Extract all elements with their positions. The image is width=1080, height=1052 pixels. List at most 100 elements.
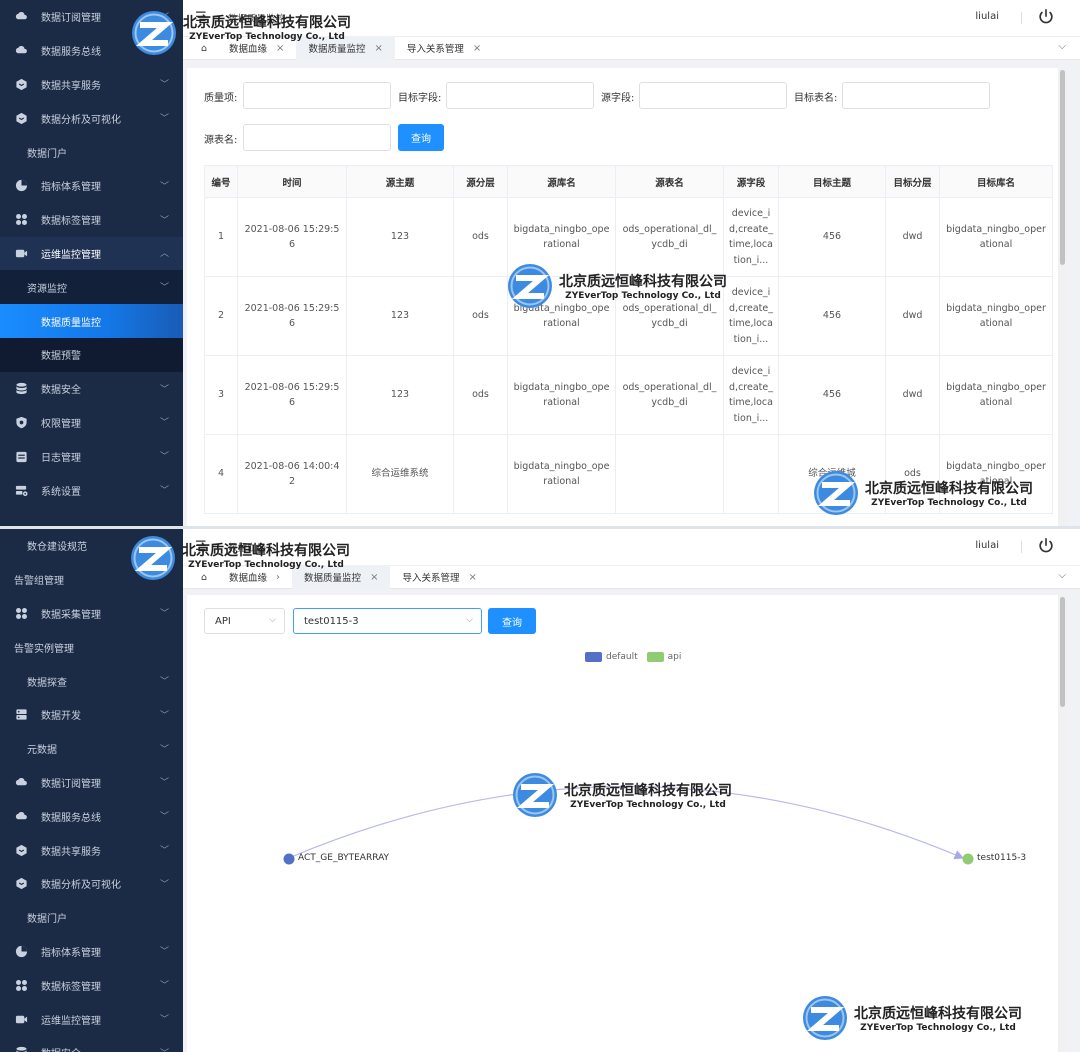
sidebar-item-13[interactable]: 权限管理 ﹀ — [0, 406, 183, 440]
sidebar-item-15[interactable]: 运维监控管理 ﹀ — [0, 1002, 183, 1036]
sidebar-item-label: 数据分析及可视化 — [41, 114, 121, 126]
sidebar-item-14[interactable]: 日志管理 ﹀ — [0, 439, 183, 473]
power-icon[interactable] — [1037, 537, 1055, 555]
target-field-input[interactable] — [446, 82, 594, 109]
table-row[interactable]: 4 2021-08-06 14:00:42 综合运维系统 bigdata_ningbo… — [204, 434, 1053, 514]
tab-2[interactable]: 数据质量监控 × — [292, 565, 391, 589]
tab-3[interactable]: 导入关系管理 × — [395, 36, 493, 60]
sidebar-item-label: 数据标签管理 — [41, 981, 101, 993]
close-icon[interactable]: › — [276, 572, 280, 583]
pie-icon — [14, 179, 28, 193]
tab-3[interactable]: 导入关系管理 × — [390, 565, 488, 589]
sidebar-item-15[interactable]: 系统设置 ﹀ — [0, 473, 183, 507]
table-cell: 4 — [204, 434, 238, 514]
sidebar-item-7[interactable]: 数据标签管理 ﹀ — [0, 203, 183, 237]
lineage-graph — [283, 785, 974, 865]
sidebar-item-11[interactable]: 数据分析及可视化 ﹀ — [0, 867, 183, 901]
chevron-down-icon[interactable]: ⌵ — [1058, 41, 1066, 52]
sidebar-item-label: 元数据 — [27, 745, 57, 757]
column-header[interactable]: 源字段 — [723, 165, 779, 198]
sidebar-item-2[interactable]: 数据服务总线 ﹀ — [0, 34, 183, 68]
sidebar-item-6[interactable]: 数据开发 ﹀ — [0, 698, 183, 732]
username[interactable]: liulai — [975, 11, 999, 22]
sidebar-item-5[interactable]: 数据探查 ﹀ — [0, 664, 183, 698]
sidebar-item-label: 指标体系管理 — [41, 947, 101, 959]
sidebar-item-9[interactable]: 数据服务总线 ﹀ — [0, 799, 183, 833]
sidebar-item-3[interactable]: 数据采集管理 ﹀ — [0, 597, 183, 631]
power-icon[interactable] — [1037, 8, 1055, 26]
source-field-input[interactable] — [639, 82, 787, 109]
menu-toggle-icon[interactable]: ☰ — [195, 10, 207, 25]
sidebar-item-12[interactable]: 数据门户 — [0, 901, 183, 935]
sidebar-item-8[interactable]: 运维监控管理 ︿ — [0, 236, 183, 271]
column-header[interactable]: 源主题 — [346, 165, 454, 198]
calendar-icon — [14, 449, 28, 463]
tab-label: 数据血缘 — [229, 573, 268, 584]
sidebar-item-13[interactable]: 指标体系管理 ﹀ — [0, 935, 183, 969]
column-header[interactable]: 源分层 — [453, 165, 508, 198]
table-row[interactable]: 3 2021-08-06 15:29:56 123 ods bigdata_ningbo… — [204, 355, 1053, 435]
chevron-down-icon: ﹀ — [159, 947, 169, 958]
sidebar-item-10[interactable]: 数据质量监控 — [0, 304, 183, 338]
sidebar-item-label: 数据安全 — [41, 385, 81, 397]
sidebar-item-1[interactable]: 数据订阅管理 ﹀ — [0, 0, 183, 34]
close-icon[interactable]: × — [370, 572, 378, 583]
menu-toggle-icon[interactable]: ☰ — [195, 539, 207, 554]
sidebar-item-14[interactable]: 数据标签管理 ﹀ — [0, 968, 183, 1002]
sidebar-item-9[interactable]: 资源监控 ﹀ — [0, 270, 183, 305]
database-icon — [14, 1046, 28, 1052]
table-cell: dwd — [885, 355, 940, 435]
sidebar-item-10[interactable]: 数据共享服务 ﹀ — [0, 833, 183, 867]
sidebar-item-4[interactable]: 数据分析及可视化 ﹀ — [0, 101, 183, 135]
sidebar-item-12[interactable]: 数据安全 ﹀ — [0, 372, 183, 406]
sidebar-item-1[interactable]: 数仓建设规范 — [0, 529, 183, 563]
home-icon[interactable]: ⌂ — [183, 565, 217, 589]
sidebar-item-6[interactable]: 指标体系管理 ﹀ — [0, 169, 183, 203]
chevron-down-icon: ﹀ — [159, 846, 169, 857]
sidebar-item-5[interactable]: 数据门户 — [0, 135, 183, 169]
cloud-icon — [14, 775, 28, 789]
home-icon[interactable]: ⌂ — [183, 36, 217, 60]
chevron-down-icon[interactable]: ⌵ — [1058, 570, 1066, 581]
target-table-input[interactable] — [842, 82, 990, 109]
table-cell: 综合运维系统 — [346, 434, 454, 514]
column-header[interactable]: 源表名 — [615, 165, 724, 198]
close-icon[interactable]: × — [374, 43, 382, 54]
sidebar-item-16[interactable]: 数据安全 ﹀ — [0, 1036, 183, 1052]
username[interactable]: liulai — [975, 540, 999, 551]
top-header: ☰ 数据血缘 liulai — [183, 529, 1080, 565]
column-header[interactable]: 目标分层 — [885, 165, 940, 198]
graph-node-test0115-3[interactable] — [962, 853, 974, 865]
column-header[interactable]: 编号 — [204, 165, 238, 198]
scrollbar[interactable] — [1058, 595, 1067, 1052]
data-quality-screen: 数据订阅管理 ﹀ 数据服务总线 ﹀ 数据共享服务 ﹀ 数据分析及可视化 ﹀ 数据门户 指标体系管理… — [0, 0, 1080, 526]
cube-icon — [14, 77, 28, 91]
graph-node-act-ge-bytearray[interactable] — [283, 853, 295, 865]
query-button[interactable]: 查询 — [398, 124, 444, 151]
column-header[interactable]: 源库名 — [507, 165, 616, 198]
tab-1[interactable]: 数据血缘 › — [217, 565, 292, 589]
close-icon[interactable]: × — [473, 43, 481, 54]
table-cell: bigdata_ningbo_operational — [507, 355, 616, 435]
tab-1[interactable]: 数据血缘 × — [217, 36, 296, 60]
scrollbar[interactable] — [1058, 68, 1067, 526]
sidebar-item-7[interactable]: 元数据 ﹀ — [0, 732, 183, 766]
sidebar-item-label: 数据探查 — [27, 677, 67, 689]
close-icon[interactable]: × — [276, 43, 284, 54]
source-table-input[interactable] — [243, 124, 391, 151]
column-header[interactable]: 时间 — [237, 165, 347, 198]
quality-item-input[interactable] — [243, 82, 391, 109]
shield-icon — [14, 415, 28, 429]
table-row[interactable]: 2 2021-08-06 15:29:56 123 ods bigdata_ningbo… — [204, 276, 1053, 356]
column-header[interactable]: 目标库名 — [939, 165, 1053, 198]
sidebar-item-2[interactable]: 告警组管理 — [0, 563, 183, 597]
sidebar-item-8[interactable]: 数据订阅管理 ﹀ — [0, 766, 183, 800]
column-header[interactable]: 目标主题 — [778, 165, 886, 198]
sidebar-item-11[interactable]: 数据预警 — [0, 337, 183, 372]
tab-2[interactable]: 数据质量监控 × — [296, 36, 395, 60]
sidebar-item-3[interactable]: 数据共享服务 ﹀ — [0, 68, 183, 102]
apps-icon — [14, 978, 28, 992]
table-row[interactable]: 1 2021-08-06 15:29:56 123 ods bigdata_ningbo… — [204, 197, 1053, 277]
sidebar-item-4[interactable]: 告警实例管理 — [0, 630, 183, 664]
close-icon[interactable]: × — [468, 572, 476, 583]
